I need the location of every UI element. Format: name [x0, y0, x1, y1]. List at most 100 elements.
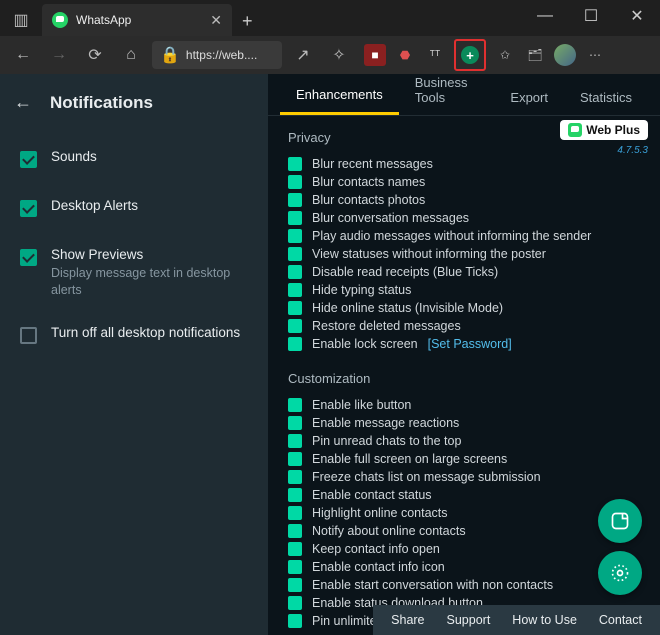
window-minimize-button[interactable]: — — [522, 0, 568, 32]
forward-button[interactable]: → — [44, 40, 74, 70]
extension-icon-2[interactable]: ⬣ — [394, 44, 416, 66]
checkbox-icon[interactable] — [288, 524, 302, 538]
section-title: Customization — [288, 371, 640, 386]
setting-item[interactable]: Freeze chats list on message submission — [288, 468, 640, 486]
checkbox-icon[interactable] — [288, 157, 302, 171]
set-password-link[interactable]: [Set Password] — [428, 337, 512, 351]
checkbox-icon[interactable] — [288, 301, 302, 315]
panel-tab[interactable]: Statistics — [564, 80, 648, 115]
checkbox-icon[interactable] — [288, 560, 302, 574]
back-arrow-icon[interactable]: ← — [14, 92, 32, 113]
footer-link[interactable]: Share — [391, 613, 424, 627]
checkbox-icon[interactable] — [288, 247, 302, 261]
option-label: Sounds — [51, 149, 97, 164]
panel-tab[interactable]: Export — [494, 80, 564, 115]
panel-tabs: EnhancementsBusiness ToolsExportStatisti… — [268, 74, 660, 116]
checkbox-icon[interactable] — [288, 578, 302, 592]
checkbox-icon[interactable] — [288, 596, 302, 610]
setting-item[interactable]: Blur contacts names — [288, 173, 640, 191]
setting-label: Hide typing status — [312, 283, 411, 297]
sidebar-option[interactable]: Sounds — [0, 141, 268, 176]
settings-sidebar: ← Notifications SoundsDesktop AlertsShow… — [0, 74, 268, 635]
setting-item[interactable]: Notify about online contacts — [288, 522, 640, 540]
setting-item[interactable]: Play audio messages without informing th… — [288, 227, 640, 245]
checkbox-icon[interactable] — [288, 319, 302, 333]
more-menu-icon[interactable]: ⋯ — [584, 44, 606, 66]
setting-label: Blur contacts photos — [312, 193, 425, 207]
setting-label: Notify about online contacts — [312, 524, 466, 538]
window-maximize-button[interactable]: ☐ — [568, 0, 614, 32]
checkbox-icon[interactable] — [288, 211, 302, 225]
footer-link[interactable]: Contact — [599, 613, 642, 627]
address-bar[interactable]: 🔒 https://web.... — [152, 41, 282, 69]
wa-logo-icon — [568, 123, 582, 137]
checkbox-icon[interactable] — [288, 193, 302, 207]
setting-item[interactable]: Hide typing status — [288, 281, 640, 299]
extension-icon-1[interactable]: ■ — [364, 44, 386, 66]
window-close-button[interactable]: ✕ — [614, 0, 660, 32]
setting-label: Disable read receipts (Blue Ticks) — [312, 265, 498, 279]
setting-item[interactable]: Enable like button — [288, 396, 640, 414]
extension-icon-3[interactable]: ᵀᵀ — [424, 44, 446, 66]
checkbox-icon[interactable] — [288, 416, 302, 430]
setting-item[interactable]: Enable contact info icon — [288, 558, 640, 576]
checkbox-icon[interactable] — [288, 175, 302, 189]
collections-icon[interactable]: 🗂 — [524, 44, 546, 66]
setting-item[interactable]: Blur contacts photos — [288, 191, 640, 209]
checkbox-icon[interactable] — [288, 470, 302, 484]
sidebar-option[interactable]: Desktop Alerts — [0, 190, 268, 225]
web-plus-extension-icon[interactable]: + — [454, 39, 486, 71]
home-button[interactable]: ⌂ — [116, 40, 146, 70]
vertical-tabs-icon[interactable]: ▥ — [6, 5, 36, 35]
setting-item[interactable]: Restore deleted messages — [288, 317, 640, 335]
option-description: Display message text in desktop alerts — [51, 265, 250, 299]
setting-item[interactable]: Enable full screen on large screens — [288, 450, 640, 468]
settings-fab[interactable] — [598, 551, 642, 595]
panel-tab[interactable]: Business Tools — [399, 74, 495, 115]
setting-item[interactable]: Blur conversation messages — [288, 209, 640, 227]
tab-close-icon[interactable]: ✕ — [210, 12, 222, 29]
checkbox-icon[interactable] — [20, 200, 37, 217]
checkbox-icon[interactable] — [20, 327, 37, 344]
web-plus-badge[interactable]: Web Plus — [560, 120, 648, 140]
panel-tab[interactable]: Enhancements — [280, 77, 399, 115]
footer-link[interactable]: Support — [447, 613, 491, 627]
checkbox-icon[interactable] — [288, 283, 302, 297]
setting-item[interactable]: Enable start conversation with non conta… — [288, 576, 640, 594]
checkbox-icon[interactable] — [288, 542, 302, 556]
setting-item[interactable]: Disable read receipts (Blue Ticks) — [288, 263, 640, 281]
browser-tab[interactable]: WhatsApp ✕ — [42, 4, 232, 36]
setting-item[interactable]: Highlight online contacts — [288, 504, 640, 522]
checkbox-icon[interactable] — [20, 249, 37, 266]
profile-avatar[interactable] — [554, 44, 576, 66]
sidebar-option[interactable]: Show PreviewsDisplay message text in des… — [0, 239, 268, 307]
checkbox-icon[interactable] — [288, 398, 302, 412]
checkbox-icon[interactable] — [20, 151, 37, 168]
back-button[interactable]: ← — [8, 40, 38, 70]
checkbox-icon[interactable] — [288, 265, 302, 279]
setting-item[interactable]: Enable contact status — [288, 486, 640, 504]
setting-item[interactable]: Enable message reactions — [288, 414, 640, 432]
checkbox-icon[interactable] — [288, 229, 302, 243]
checkbox-icon[interactable] — [288, 434, 302, 448]
setting-item[interactable]: View statuses without informing the post… — [288, 245, 640, 263]
checkbox-icon[interactable] — [288, 506, 302, 520]
footer-link[interactable]: How to Use — [512, 613, 577, 627]
sidebar-option[interactable]: Turn off all desktop notifications — [0, 317, 268, 352]
checkbox-icon[interactable] — [288, 337, 302, 351]
checkbox-icon[interactable] — [288, 614, 302, 628]
setting-item[interactable]: Keep contact info open — [288, 540, 640, 558]
open-external-icon[interactable]: ↗ — [288, 40, 318, 70]
setting-item[interactable]: Hide online status (Invisible Mode) — [288, 299, 640, 317]
checkbox-icon[interactable] — [288, 452, 302, 466]
new-tab-button[interactable]: + — [242, 11, 253, 32]
sticker-fab[interactable] — [598, 499, 642, 543]
setting-label: Blur conversation messages — [312, 211, 469, 225]
refresh-button[interactable]: ⟳ — [80, 40, 110, 70]
checkbox-icon[interactable] — [288, 488, 302, 502]
setting-item[interactable]: Blur recent messages — [288, 155, 640, 173]
setting-item[interactable]: Enable lock screen [Set Password] — [288, 335, 640, 353]
setting-item[interactable]: Pin unread chats to the top — [288, 432, 640, 450]
favorites-bar-icon[interactable]: ✩ — [494, 44, 516, 66]
favorite-icon[interactable]: ✧ — [324, 40, 354, 70]
